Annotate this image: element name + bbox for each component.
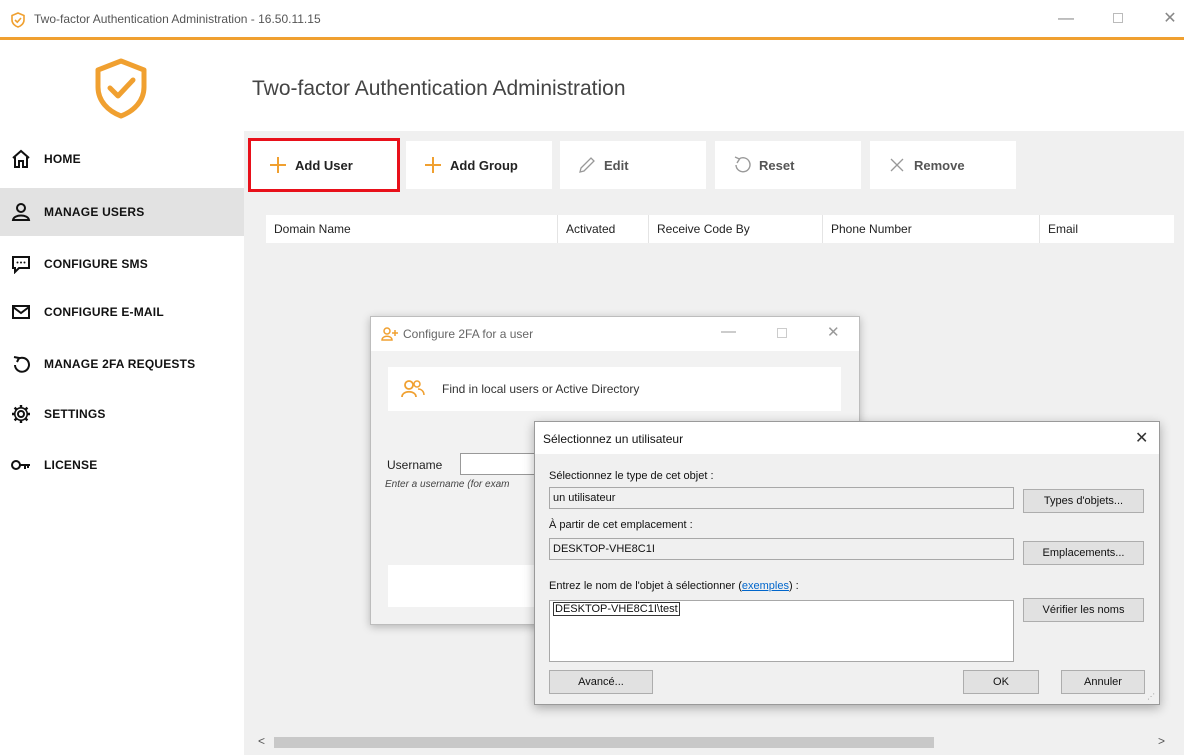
sidebar-item-label: CONFIGURE SMS xyxy=(44,257,148,271)
mail-icon xyxy=(10,301,32,323)
edit-label: Edit xyxy=(604,157,629,173)
title-bar: Two-factor Authentication Administration… xyxy=(0,0,1184,40)
header: Two-factor Authentication Administration xyxy=(244,43,1184,131)
sidebar: HOME MANAGE USERS CONFIGURE SMS CONFIGUR… xyxy=(0,43,244,755)
sidebar-item-label: CONFIGURE E-MAIL xyxy=(44,305,164,319)
user-icon xyxy=(10,201,32,223)
dialog-title-bar: Configure 2FA for a user — ✕ xyxy=(371,317,859,351)
sidebar-item-label: HOME xyxy=(44,152,81,166)
reset-icon xyxy=(731,154,753,176)
sidebar-item-configure-sms[interactable]: CONFIGURE SMS xyxy=(0,240,244,288)
column-header-email[interactable]: Email xyxy=(1040,215,1174,243)
horizontal-scrollbar[interactable]: < > xyxy=(244,733,1174,751)
username-input[interactable] xyxy=(460,453,540,475)
username-hint: Enter a username (for exam xyxy=(385,479,510,490)
sidebar-item-manage-2fa-requests[interactable]: MANAGE 2FA REQUESTS xyxy=(0,340,244,388)
sidebar-item-configure-email[interactable]: CONFIGURE E-MAIL xyxy=(0,288,244,336)
pencil-icon xyxy=(576,154,598,176)
sidebar-item-label: SETTINGS xyxy=(44,407,106,421)
sidebar-item-label: MANAGE 2FA REQUESTS xyxy=(44,357,196,371)
page-title: Two-factor Authentication Administration xyxy=(252,77,626,100)
dialog-maximize-button[interactable] xyxy=(777,325,787,342)
scroll-right-arrow[interactable]: > xyxy=(1158,734,1165,748)
scrollbar-thumb[interactable] xyxy=(274,737,934,748)
sms-icon xyxy=(10,253,32,275)
dialog-title-bar: Sélectionnez un utilisateur ✕ xyxy=(535,422,1159,454)
gear-icon xyxy=(10,403,32,425)
object-type-field: un utilisateur xyxy=(549,487,1014,509)
key-icon xyxy=(10,454,32,476)
column-header-domain-name[interactable]: Domain Name xyxy=(266,215,558,243)
add-user-button[interactable]: Add User xyxy=(248,138,400,192)
resize-grip[interactable]: ⋰ xyxy=(1147,692,1155,701)
close-button[interactable]: ✕ xyxy=(1158,8,1182,30)
maximize-button[interactable] xyxy=(1106,8,1130,30)
sidebar-item-home[interactable]: HOME xyxy=(0,135,244,183)
minimize-button[interactable]: — xyxy=(1054,8,1078,30)
edit-button[interactable]: Edit xyxy=(560,141,706,189)
add-user-label: Add User xyxy=(295,157,353,173)
select-user-dialog: Sélectionnez un utilisateur ✕ Sélectionn… xyxy=(534,421,1160,705)
column-header-receive-code-by[interactable]: Receive Code By xyxy=(649,215,823,243)
locations-button[interactable]: Emplacements... xyxy=(1023,541,1144,565)
dialog-title: Sélectionnez un utilisateur xyxy=(543,432,684,446)
window-title: Two-factor Authentication Administration… xyxy=(34,12,321,26)
users-icon xyxy=(401,380,425,398)
column-header-activated[interactable]: Activated xyxy=(558,215,649,243)
sidebar-item-label: MANAGE USERS xyxy=(44,205,145,219)
find-users-label: Find in local users or Active Directory xyxy=(442,382,640,396)
examples-link[interactable]: exemples xyxy=(742,580,789,592)
remove-label: Remove xyxy=(914,157,965,173)
shield-check-icon xyxy=(11,12,25,28)
reset-button[interactable]: Reset xyxy=(715,141,861,189)
dialog-close-button[interactable]: ✕ xyxy=(1135,428,1148,448)
dialog-title: Configure 2FA for a user xyxy=(403,327,534,341)
undo-icon xyxy=(10,353,32,375)
cancel-button[interactable]: Annuler xyxy=(1061,670,1145,694)
object-name-label-text: Entrez le nom de l'objet à sélectionner … xyxy=(549,580,742,592)
location-field: DESKTOP-VHE8C1I xyxy=(549,538,1014,560)
object-name-label-suffix: ) : xyxy=(788,580,799,592)
object-type-label: Sélectionnez le type de cet objet : xyxy=(549,470,714,482)
object-types-button[interactable]: Types d'objets... xyxy=(1023,489,1144,513)
column-header-phone-number[interactable]: Phone Number xyxy=(823,215,1040,243)
object-name-input[interactable]: DESKTOP-VHE8C1I\test xyxy=(549,600,1014,662)
close-icon xyxy=(886,154,908,176)
object-name-value: DESKTOP-VHE8C1I\test xyxy=(553,602,680,616)
ok-button[interactable]: OK xyxy=(963,670,1039,694)
home-icon xyxy=(10,148,32,170)
sidebar-item-label: LICENSE xyxy=(44,458,98,472)
dialog-close-button[interactable]: ✕ xyxy=(827,323,840,341)
object-name-label: Entrez le nom de l'objet à sélectionner … xyxy=(549,580,799,592)
plus-icon xyxy=(267,154,289,176)
find-users-button[interactable]: Find in local users or Active Directory xyxy=(388,367,841,411)
table-header: Domain Name Activated Receive Code By Ph… xyxy=(266,215,1174,243)
reset-label: Reset xyxy=(759,157,795,173)
add-group-label: Add Group xyxy=(450,157,518,173)
sidebar-item-license[interactable]: LICENSE xyxy=(0,441,244,489)
sidebar-item-settings[interactable]: SETTINGS xyxy=(0,390,244,438)
location-label: À partir de cet emplacement : xyxy=(549,519,693,531)
advanced-button[interactable]: Avancé... xyxy=(549,670,653,694)
logo-shield-icon xyxy=(95,58,147,119)
check-names-button[interactable]: Vérifier les noms xyxy=(1023,598,1144,622)
remove-button[interactable]: Remove xyxy=(870,141,1016,189)
username-label: Username xyxy=(387,458,443,472)
dialog-minimize-button[interactable]: — xyxy=(721,323,736,340)
add-group-button[interactable]: Add Group xyxy=(406,141,552,189)
scroll-left-arrow[interactable]: < xyxy=(258,734,265,748)
sidebar-item-manage-users[interactable]: MANAGE USERS xyxy=(0,188,244,236)
plus-icon xyxy=(422,154,444,176)
add-user-icon xyxy=(381,327,398,341)
